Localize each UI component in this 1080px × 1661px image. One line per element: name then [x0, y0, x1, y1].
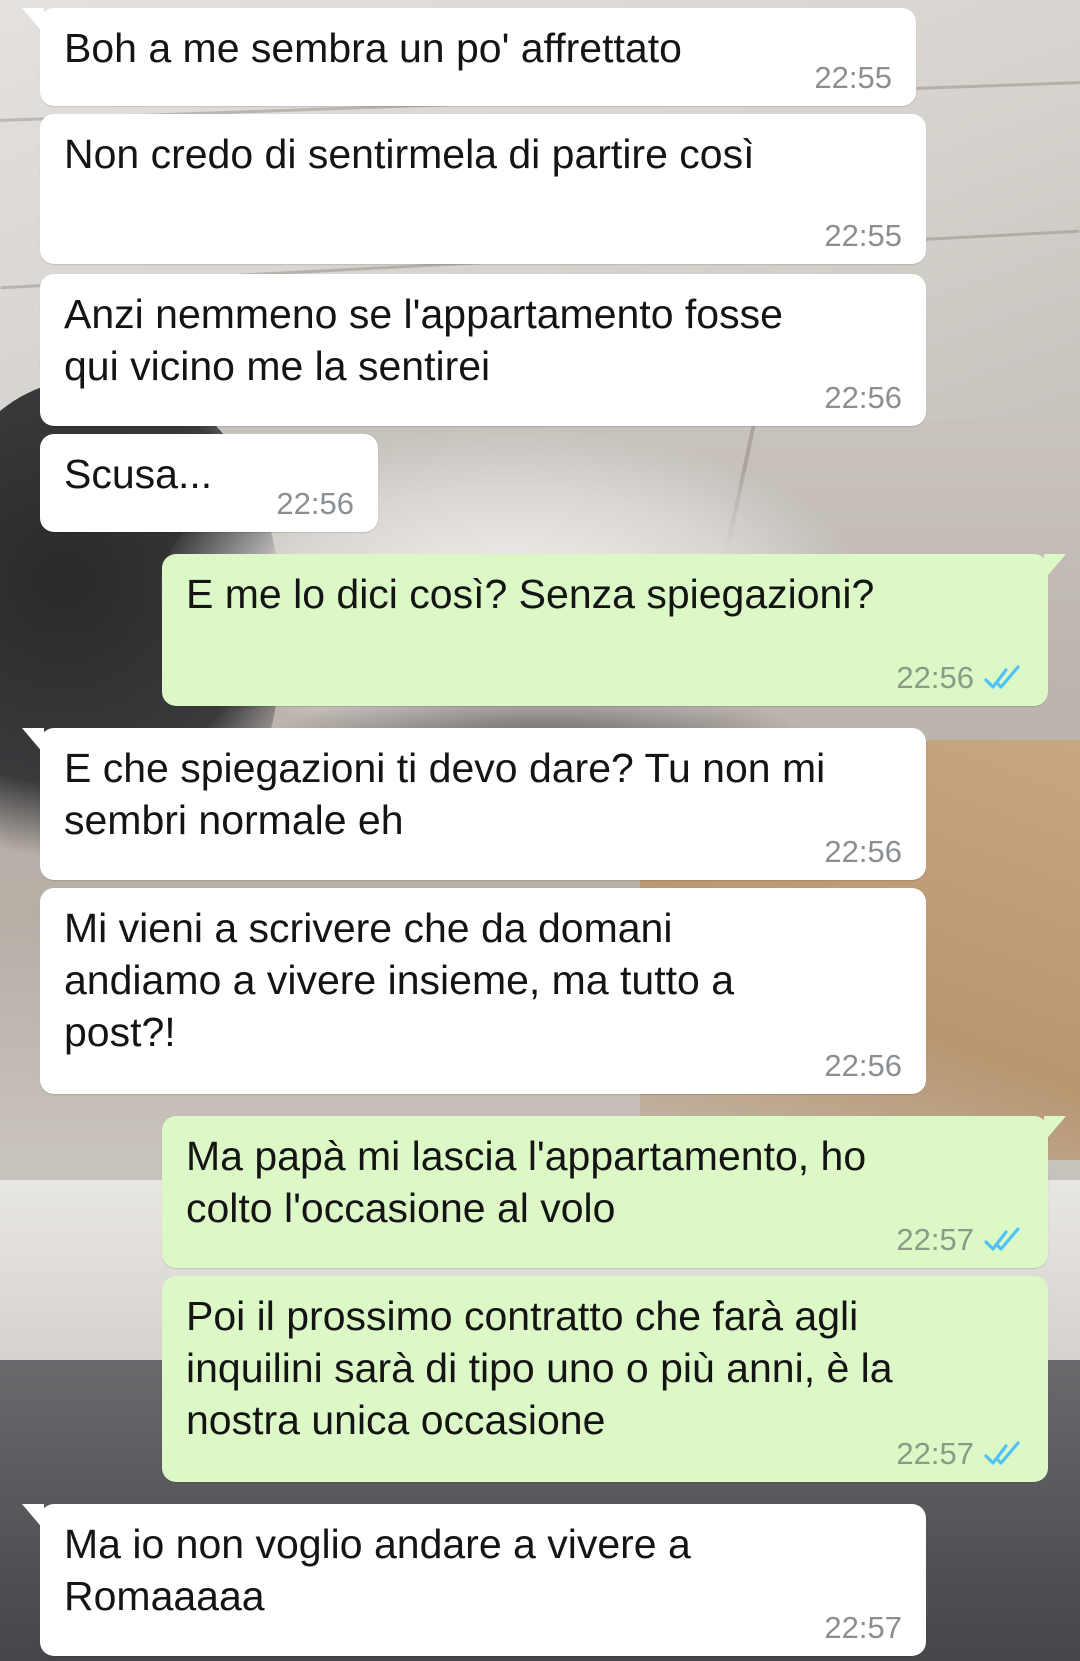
- message-text: Poi il prossimo contratto che farà agli …: [186, 1293, 893, 1443]
- message-text: E che spiegazioni ti devo dare? Tu non m…: [64, 745, 826, 843]
- message-text: Anzi nemmeno se l'appartamento fosse qui…: [64, 291, 783, 389]
- bubble-tail: [22, 8, 44, 34]
- message-bubble-incoming[interactable]: Ma io non voglio andare a vivere a Romaa…: [22, 1504, 926, 1656]
- message-time: 22:56: [896, 660, 974, 695]
- message-time: 22:55: [814, 60, 892, 95]
- bubble-tail: [1044, 1116, 1066, 1142]
- read-double-check-icon: [984, 665, 1020, 689]
- message-bubble-incoming[interactable]: E che spiegazioni ti devo dare? Tu non m…: [22, 728, 926, 880]
- message-bubble-outgoing[interactable]: Ma papà mi lascia l'appartamento, ho col…: [162, 1116, 1066, 1268]
- message-text: E me lo dici così? Senza spiegazioni?: [186, 571, 875, 617]
- bubble-tail: [1044, 554, 1066, 580]
- message-time: 22:57: [896, 1222, 974, 1257]
- message-bubble-incoming[interactable]: Anzi nemmeno se l'appartamento fosse qui…: [40, 274, 926, 426]
- message-text: Non credo di sentirmela di partire così: [64, 131, 755, 177]
- message-bubble-incoming[interactable]: Mi vieni a scrivere che da domani andiam…: [40, 888, 926, 1094]
- message-text: Ma io non voglio andare a vivere a Romaa…: [64, 1521, 691, 1619]
- message-time: 22:57: [896, 1436, 974, 1471]
- message-text: Mi vieni a scrivere che da domani andiam…: [64, 905, 734, 1055]
- message-time: 22:57: [824, 1610, 902, 1645]
- message-time: 22:56: [276, 486, 354, 521]
- read-double-check-icon: [984, 1441, 1020, 1465]
- message-time: 22:55: [824, 218, 902, 253]
- message-bubble-incoming[interactable]: Boh a me sembra un po' affrettato 22:55: [22, 8, 916, 106]
- message-text: Boh a me sembra un po' affrettato: [64, 25, 682, 71]
- message-bubble-incoming[interactable]: Non credo di sentirmela di partire così …: [40, 114, 926, 264]
- message-bubble-outgoing[interactable]: E me lo dici così? Senza spiegazioni? 22…: [162, 554, 1066, 706]
- message-time: 22:56: [824, 834, 902, 869]
- message-bubble-outgoing[interactable]: Poi il prossimo contratto che farà agli …: [162, 1276, 1048, 1482]
- read-double-check-icon: [984, 1227, 1020, 1251]
- message-bubble-incoming[interactable]: Scusa... 22:56: [40, 434, 378, 532]
- bubble-tail: [22, 728, 44, 754]
- message-time: 22:56: [824, 1048, 902, 1083]
- bubble-tail: [22, 1504, 44, 1530]
- message-time: 22:56: [824, 380, 902, 415]
- message-text: Ma papà mi lascia l'appartamento, ho col…: [186, 1133, 867, 1231]
